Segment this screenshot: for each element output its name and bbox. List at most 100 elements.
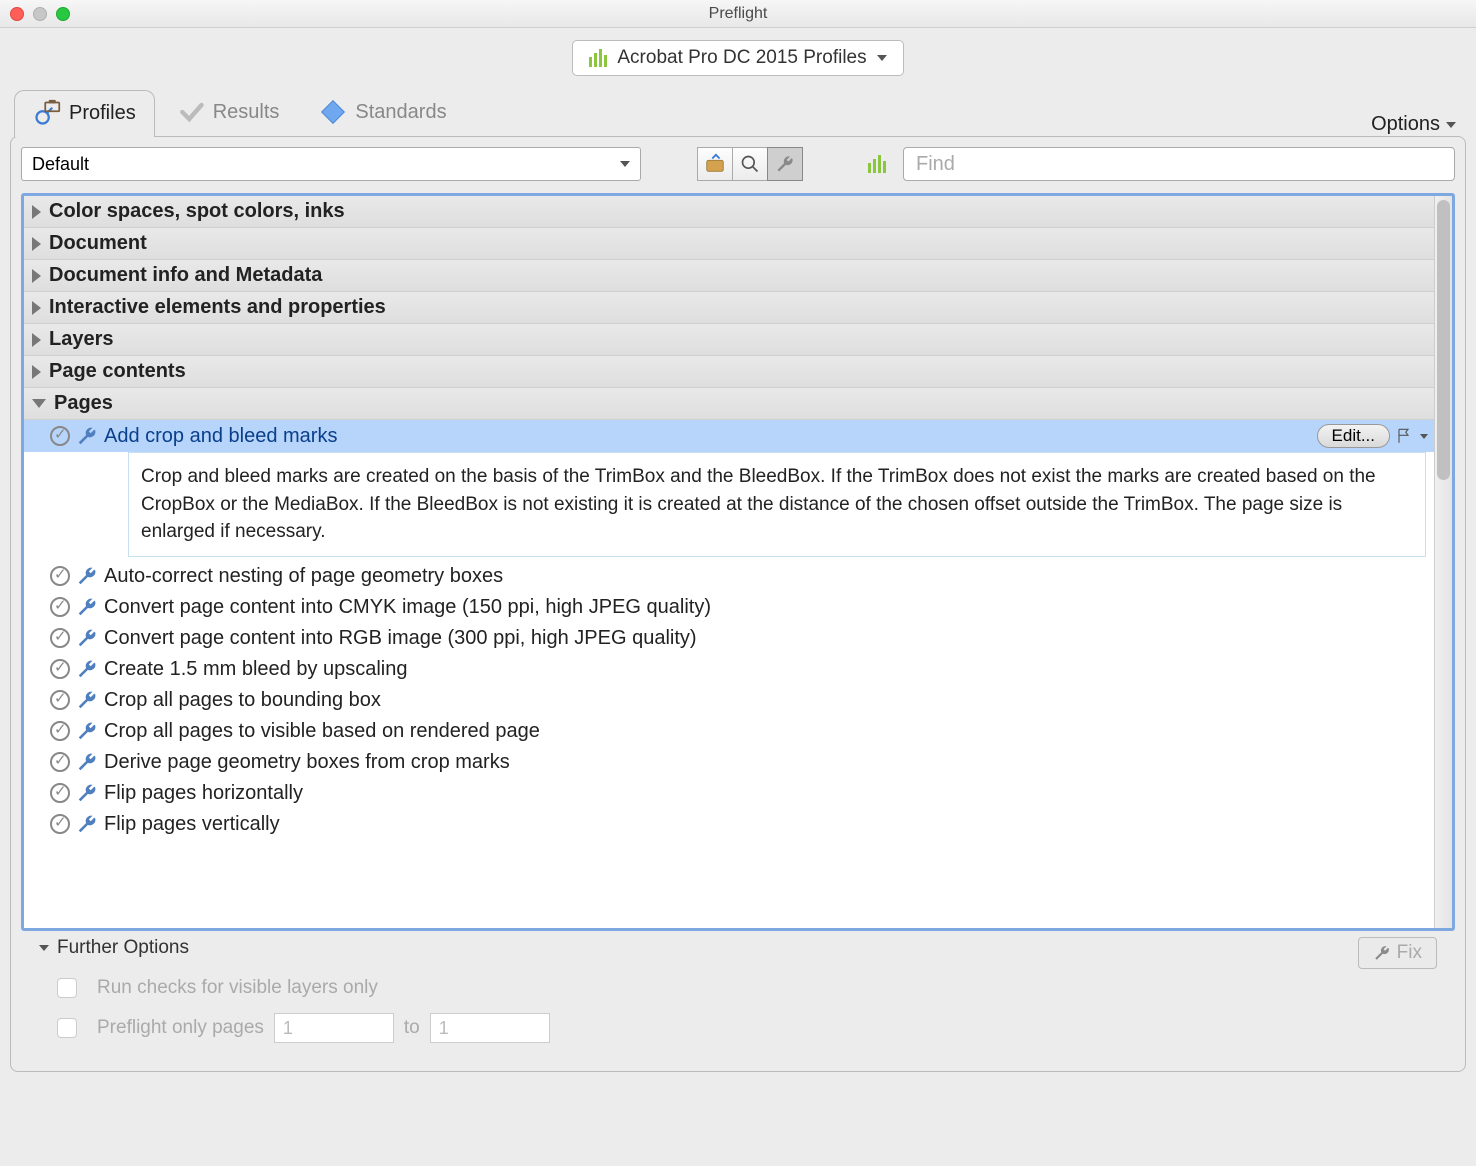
- tabs: Profiles Results Standards Options: [0, 80, 1476, 136]
- fixup-item[interactable]: Crop all pages to visible based on rende…: [24, 716, 1434, 747]
- further-options-toggle[interactable]: Further Options: [39, 937, 1358, 959]
- fixup-title: Auto-correct nesting of page geometry bo…: [104, 565, 1428, 588]
- fixup-item[interactable]: Flip pages vertically: [24, 809, 1434, 840]
- edit-button[interactable]: Edit...: [1317, 424, 1390, 448]
- fixup-title: Derive page geometry boxes from crop mar…: [104, 751, 1428, 774]
- disclosure-icon: [32, 365, 41, 379]
- results-icon: [177, 98, 205, 126]
- category-label: Color spaces, spot colors, inks: [49, 200, 345, 223]
- page-to-input[interactable]: [430, 1013, 550, 1043]
- fixup-title: Convert page content into RGB image (300…: [104, 627, 1428, 650]
- check-icon: [50, 690, 70, 710]
- filter-buttons: [697, 147, 803, 181]
- fixup-title: Crop all pages to visible based on rende…: [104, 720, 1428, 743]
- profile-library-selector[interactable]: Acrobat Pro DC 2015 Profiles: [572, 40, 903, 76]
- page-from-input[interactable]: [274, 1013, 394, 1043]
- fixup-title: Convert page content into CMYK image (15…: [104, 596, 1428, 619]
- category-label: Interactive elements and properties: [49, 296, 386, 319]
- category-row[interactable]: Document: [24, 228, 1434, 260]
- scrollbar[interactable]: [1434, 196, 1452, 928]
- options-menu[interactable]: Options: [1371, 113, 1462, 136]
- titlebar: Preflight: [0, 0, 1476, 28]
- fixup-item[interactable]: Crop all pages to bounding box: [24, 685, 1434, 716]
- profile-library-label: Acrobat Pro DC 2015 Profiles: [617, 47, 866, 69]
- tab-results[interactable]: Results: [159, 90, 298, 136]
- library-icon: [589, 49, 607, 67]
- fixup-item-selected[interactable]: Add crop and bleed marks Edit...: [24, 420, 1434, 452]
- category-label: Document: [49, 232, 147, 255]
- wrench-icon: [76, 565, 98, 587]
- fixup-item[interactable]: Derive page geometry boxes from crop mar…: [24, 747, 1434, 778]
- checkbox[interactable]: [57, 978, 77, 998]
- fixup-item[interactable]: Convert page content into CMYK image (15…: [24, 592, 1434, 623]
- fixup-item[interactable]: Flip pages horizontally: [24, 778, 1434, 809]
- category-row[interactable]: Page contents: [24, 356, 1434, 388]
- fixup-title: Add crop and bleed marks: [104, 425, 1311, 448]
- disclosure-icon: [32, 269, 41, 283]
- category-row[interactable]: Color spaces, spot colors, inks: [24, 196, 1434, 228]
- tab-label: Results: [213, 101, 280, 124]
- tab-label: Profiles: [69, 102, 136, 125]
- disclosure-icon: [32, 301, 41, 315]
- to-label: to: [404, 1017, 420, 1039]
- checkbox[interactable]: [57, 1018, 77, 1038]
- tab-profiles[interactable]: Profiles: [14, 90, 155, 137]
- group-selector[interactable]: Default: [21, 147, 641, 181]
- profiles-icon: [33, 99, 61, 127]
- tab-standards[interactable]: Standards: [301, 90, 464, 136]
- fixup-description: Crop and bleed marks are created on the …: [128, 452, 1426, 557]
- wrench-icon: [76, 658, 98, 680]
- category-label: Pages: [54, 392, 113, 415]
- profile-tree: Color spaces, spot colors, inks Document…: [21, 193, 1455, 931]
- fixup-item[interactable]: Create 1.5 mm bleed by upscaling: [24, 654, 1434, 685]
- disclosure-icon: [32, 237, 41, 251]
- tab-label: Standards: [355, 101, 446, 124]
- show-checks-button[interactable]: [732, 147, 768, 181]
- category-row[interactable]: Pages: [24, 388, 1434, 420]
- standards-icon: [319, 98, 347, 126]
- category-row[interactable]: Interactive elements and properties: [24, 292, 1434, 324]
- check-icon: [50, 659, 70, 679]
- fixup-title: Create 1.5 mm bleed by upscaling: [104, 658, 1428, 681]
- search-input[interactable]: [903, 147, 1455, 181]
- wrench-icon: [76, 813, 98, 835]
- main-panel: Default Color spaces, spot colors, inks …: [10, 136, 1466, 1072]
- run-checks-option: Run checks for visible layers only: [57, 977, 1437, 999]
- profile-bar: Acrobat Pro DC 2015 Profiles: [0, 28, 1476, 80]
- preflight-pages-label: Preflight only pages: [97, 1017, 264, 1039]
- wrench-icon: [76, 627, 98, 649]
- category-label: Document info and Metadata: [49, 264, 322, 287]
- chevron-down-icon: [620, 161, 630, 167]
- fixup-title: Crop all pages to bounding box: [104, 689, 1428, 712]
- disclosure-icon: [32, 399, 46, 408]
- wrench-icon: [76, 751, 98, 773]
- wrench-icon: [76, 596, 98, 618]
- group-label: Default: [32, 154, 89, 175]
- fix-label: Fix: [1397, 942, 1422, 964]
- library-filter-icon[interactable]: [859, 147, 895, 181]
- fixup-title: Flip pages vertically: [104, 813, 1428, 836]
- wrench-icon: [76, 689, 98, 711]
- wrench-icon: [1373, 944, 1391, 962]
- category-row[interactable]: Layers: [24, 324, 1434, 356]
- flag-icon[interactable]: [1396, 427, 1414, 445]
- chevron-down-icon: [1446, 122, 1456, 128]
- check-icon: [50, 628, 70, 648]
- check-icon: [50, 597, 70, 617]
- check-icon: [50, 783, 70, 803]
- fix-button: Fix: [1358, 937, 1437, 969]
- check-icon: [50, 426, 70, 446]
- category-row[interactable]: Document info and Metadata: [24, 260, 1434, 292]
- fixup-item[interactable]: Auto-correct nesting of page geometry bo…: [24, 561, 1434, 592]
- fixup-item[interactable]: Convert page content into RGB image (300…: [24, 623, 1434, 654]
- check-icon: [50, 752, 70, 772]
- wrench-icon: [76, 425, 98, 447]
- show-all-button[interactable]: [697, 147, 733, 181]
- check-icon: [50, 721, 70, 741]
- options-label: Options: [1371, 113, 1440, 136]
- scrollbar-thumb[interactable]: [1437, 200, 1450, 480]
- chevron-down-icon[interactable]: [1420, 434, 1428, 439]
- show-fixups-button[interactable]: [767, 147, 803, 181]
- toolbar: Default: [21, 147, 1455, 181]
- category-label: Layers: [49, 328, 114, 351]
